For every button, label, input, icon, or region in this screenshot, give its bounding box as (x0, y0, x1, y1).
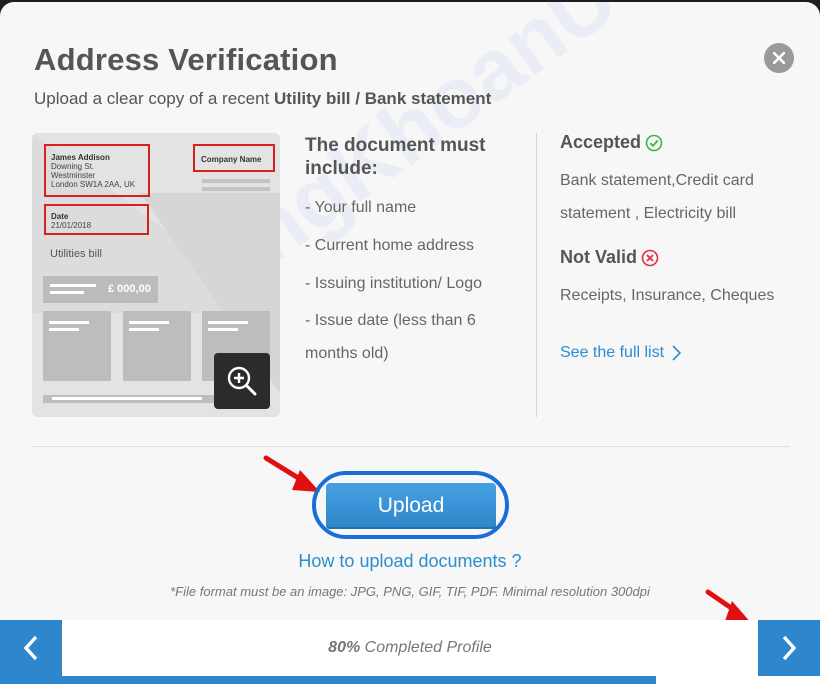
sample-doc-type: Utilities bill (50, 248, 102, 260)
progress-suffix: Completed Profile (360, 639, 492, 656)
sample-address-line: Westminster (51, 171, 96, 180)
how-to-upload-link[interactable]: How to upload documents ? (0, 551, 820, 572)
sample-address-line: London SW1A 2AA, UK (51, 180, 136, 189)
accepted-heading: Accepted (560, 132, 663, 153)
placeholder-line (208, 321, 248, 324)
sample-company: Company Name (201, 155, 262, 164)
placeholder-line (202, 179, 270, 183)
close-icon (773, 52, 785, 64)
progress-percent: 80% (328, 639, 361, 656)
sample-amount: £ 000,00 (108, 283, 151, 295)
requirements-title: The document must include: (305, 135, 486, 179)
zoom-in-icon (227, 366, 257, 396)
sample-date-label: Date (51, 212, 69, 221)
chevron-right-icon (782, 635, 797, 661)
progress-fill (0, 676, 656, 684)
accepted-text: Bank statement,Credit card statement , E… (560, 172, 754, 222)
placeholder-line (50, 291, 84, 294)
placeholder-line (129, 321, 169, 324)
next-step-button[interactable] (758, 620, 820, 676)
progress-label: 80% Completed Profile (62, 639, 758, 657)
requirement-item: - Issue date (less than 6 months old) (305, 312, 476, 362)
section-divider (32, 446, 790, 447)
requirement-item: - Issuing institution/ Logo (305, 275, 482, 292)
sample-address-line: Downing St. (51, 162, 95, 171)
upload-button[interactable]: Upload (326, 483, 496, 529)
x-circle-icon (641, 249, 659, 266)
placeholder-line (49, 321, 89, 324)
chevron-left-icon (23, 635, 38, 661)
chevron-right-icon (672, 345, 682, 361)
placeholder-line (208, 328, 238, 331)
placeholder-line (49, 328, 79, 331)
close-button[interactable] (764, 43, 794, 73)
file-format-note: *File format must be an image: JPG, PNG,… (170, 584, 650, 599)
not-valid-heading: Not Valid (560, 247, 659, 268)
zoom-button[interactable] (214, 353, 270, 409)
modal-subtitle: Upload a clear copy of a recent Utility … (34, 89, 491, 109)
check-circle-icon (645, 134, 663, 151)
placeholder-line (129, 328, 159, 331)
placeholder-line (202, 187, 270, 191)
sample-date-value: 21/01/2018 (51, 221, 92, 230)
subtitle-text: Upload a clear copy of a recent (34, 89, 275, 108)
subtitle-bold-text: Utility bill / Bank statement (274, 89, 492, 108)
placeholder-line (52, 397, 202, 400)
sample-name: James Addison (51, 153, 110, 162)
sample-document[interactable]: James Addison Downing St. Westminster Lo… (32, 133, 280, 417)
address-verification-modal: ChungKhoanUSA.com Address Verification U… (0, 2, 820, 684)
modal-title: Address Verification (34, 42, 338, 77)
see-full-list-label: See the full list (560, 344, 665, 361)
not-valid-text: Receipts, Insurance, Cheques (560, 287, 775, 304)
placeholder-line (50, 284, 96, 287)
not-valid-title: Not Valid (560, 247, 638, 267)
requirement-item: - Your full name (305, 199, 417, 216)
requirement-item: - Current home address (305, 237, 474, 254)
see-full-list-link[interactable]: See the full list (560, 344, 682, 362)
column-divider (536, 133, 537, 417)
previous-step-button[interactable] (0, 620, 62, 676)
sample-amount-box: £ 000,00 (43, 276, 158, 303)
accepted-title: Accepted (560, 132, 642, 152)
